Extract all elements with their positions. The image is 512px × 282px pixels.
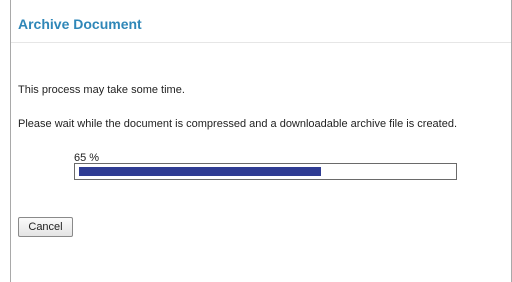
progress-bar-fill [79,167,321,176]
archive-dialog: Archive Document This process may take s… [0,0,512,282]
info-message: This process may take some time. [18,84,185,96]
title-divider [11,42,511,43]
wait-message: Please wait while the document is compre… [18,118,458,130]
cancel-button[interactable]: Cancel [18,217,73,237]
progress-bar [74,163,457,180]
dialog-title: Archive Document [18,16,142,32]
